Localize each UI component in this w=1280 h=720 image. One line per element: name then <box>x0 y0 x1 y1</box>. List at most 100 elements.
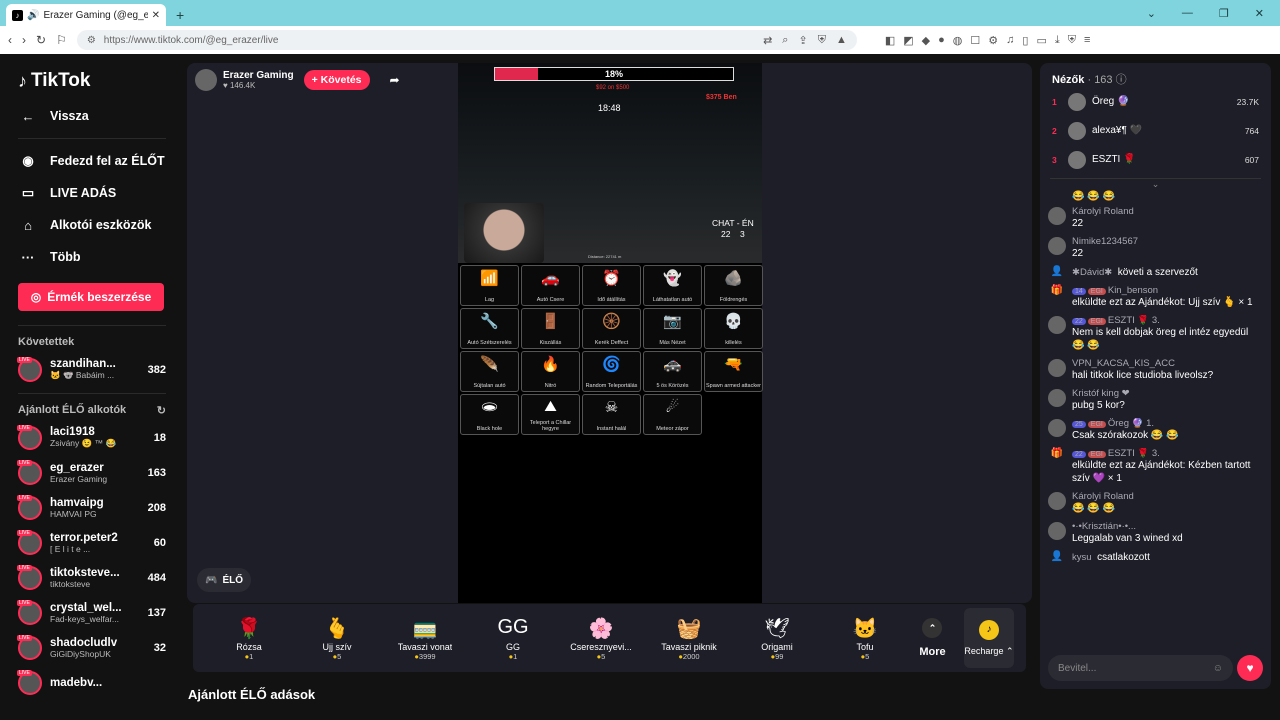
gift-item[interactable]: 🐱 Tofu ●5 <box>821 616 909 661</box>
more-gifts-button[interactable]: ⌃ More <box>909 618 956 658</box>
back-icon[interactable]: ‹ <box>8 33 12 47</box>
live-avatar-icon: ◉ <box>22 153 34 168</box>
refresh-icon[interactable]: ↻ <box>157 404 166 417</box>
top-viewer-row[interactable]: 1 Öreg 🔮 23.7K <box>1040 87 1271 116</box>
gift-action-cell: 👻 Láthatatlan autó <box>643 265 702 306</box>
gift-item[interactable]: GG GG ●1 <box>469 616 557 661</box>
triangle-icon[interactable]: ▲ <box>836 34 847 47</box>
chat-vs-me-score: CHAT - ÉN 22 3 <box>712 218 754 239</box>
emoji-icon[interactable]: ☺ <box>1213 663 1223 674</box>
divider <box>18 325 166 326</box>
avatar <box>1068 150 1086 169</box>
share-icon[interactable]: ➦ <box>390 73 400 87</box>
close-tab-icon[interactable]: ✕ <box>152 10 160 21</box>
bookmark-icon[interactable]: ⚐ <box>56 33 67 47</box>
nav-explore-live[interactable]: ◉ Fedezd fel az ÉLŐT <box>18 145 166 177</box>
recommended-creator[interactable]: LIVE crystal_wel... Fad-keys_welfar... 1… <box>17 595 166 630</box>
extension-icon[interactable]: ◧ <box>885 34 895 47</box>
following-item[interactable]: LIVE szandihan... 🐱 🐨 Babáim ... 382 <box>17 352 166 387</box>
top-viewer-row[interactable]: 3 ESZTI 🌹 607 <box>1040 145 1271 174</box>
skull-icon: 💀 <box>724 313 743 330</box>
recommended-creator[interactable]: LIVE madebv... <box>17 665 166 700</box>
chat-message: VPN_KACSA_KIS_ACC hali titkok lice studi… <box>1048 355 1263 385</box>
follow-button[interactable]: + Követés <box>303 70 370 90</box>
extension-icon[interactable]: ⚙ <box>988 34 998 47</box>
recommended-creator[interactable]: LIVE shadocludlv GiGiDiyShopUK 32 <box>17 630 166 665</box>
site-info-icon[interactable]: ⚙ <box>87 35 96 46</box>
download-icon[interactable]: ⤓ <box>1055 34 1060 47</box>
vpn-icon[interactable]: ⛨ <box>1068 34 1076 47</box>
gift-item[interactable]: 🌸 Cseresznyevi... ●5 <box>557 616 645 661</box>
gift-action-cell: 🪶 Sújtalan autó <box>460 351 519 392</box>
streamer-name[interactable]: Erazer Gaming <box>223 70 294 81</box>
avatar <box>1048 389 1066 407</box>
forward-icon[interactable]: › <box>22 33 26 47</box>
chat-message: 22 EGI ESZTI 🌹 3. Nem is kell dobjak öreg … <box>1048 312 1263 355</box>
avatar: LIVE <box>17 459 42 485</box>
recommended-creator[interactable]: LIVE eg_erazer Erazer Gaming 163 <box>17 455 166 490</box>
zoom-icon[interactable]: ⌕ <box>782 34 788 47</box>
info-icon[interactable]: ⓘ <box>1116 74 1127 86</box>
nav-live-studio[interactable]: ▭ LIVE ADÁS <box>18 177 166 209</box>
recommended-creator[interactable]: LIVE terror.peter2 [ E l i t e ... 60 <box>17 525 166 560</box>
extension-icon[interactable]: ● <box>938 34 945 47</box>
new-tab-button[interactable]: + <box>166 4 194 26</box>
like-heart-button[interactable]: ♥ <box>1237 655 1263 681</box>
chat-message: •·•Krisztián•·•... Leggalab van 3 wined … <box>1048 518 1263 548</box>
recommended-creator[interactable]: LIVE laci1918 Zsivány 😉 ™ 😂 18 <box>17 420 166 455</box>
extension-icon[interactable]: ◩ <box>903 34 913 47</box>
ghost-car-icon: 👻 <box>663 270 682 287</box>
streamer-avatar[interactable] <box>195 69 217 91</box>
avatar <box>1048 419 1066 437</box>
top-viewer-row[interactable]: 2 alexa¥¶ 🖤 764 <box>1040 116 1271 145</box>
extension-icon[interactable]: ◆ <box>922 34 930 47</box>
restore-icon[interactable]: ❐ <box>1219 7 1229 20</box>
gg-icon: GG <box>497 615 529 638</box>
extension-icon[interactable]: ◍ <box>953 34 963 47</box>
chat-messages: 😂 😂 😂 Károlyi Roland 22 Nimike1234567 22 👤… <box>1040 190 1271 567</box>
back-link[interactable]: ← Vissza <box>18 100 166 132</box>
gift-action-cell: 🔫 Spawn armed attacker <box>704 351 763 392</box>
gift-action-cell: 🌀 Random Teleportálás <box>582 351 641 392</box>
creator-tools-icon: ⌂ <box>24 217 32 233</box>
chat-message: Károlyi Roland 22 <box>1048 203 1263 233</box>
sidebar-icon[interactable]: ▯ <box>1022 34 1028 47</box>
chevron-down-icon[interactable]: ⌄ <box>1050 178 1261 190</box>
level-badge: 22 <box>1072 451 1086 458</box>
gift-item[interactable]: 🧺 Tavaszi piknik ●2000 <box>645 616 733 661</box>
facecam <box>464 203 544 263</box>
avatar: LIVE <box>17 669 42 695</box>
nav-creator-tools[interactable]: ⌂ Alkotói eszközök <box>18 209 166 241</box>
share-page-icon[interactable]: ⇪ <box>798 34 807 47</box>
reload-icon[interactable]: ↻ <box>36 33 46 47</box>
extension-icon[interactable]: ☐ <box>970 34 980 47</box>
chat-input[interactable]: Bevitel... ☺ <box>1048 655 1233 681</box>
buy-coins-button[interactable]: ◎ Érmék beszerzése <box>18 283 164 311</box>
nav-more[interactable]: ··· Több <box>18 241 166 273</box>
close-window-icon[interactable]: ✕ <box>1255 7 1264 20</box>
tab-title: Erazer Gaming (@eg_erazer) <box>43 9 148 21</box>
url-bar[interactable]: ⚙ https://www.tiktok.com/@eg_erazer/live… <box>76 30 857 50</box>
recharge-button[interactable]: ♪ Recharge ⌃ <box>963 608 1014 668</box>
tab-list-icon[interactable]: ⌄ <box>1147 7 1156 20</box>
recommended-creator[interactable]: LIVE hamvaipg HAMVAI PG 208 <box>17 490 166 525</box>
gift-item[interactable]: 🫰 Ujj szív ●5 <box>293 616 381 661</box>
wheel-icon: 🛞 <box>602 313 621 330</box>
music-icon[interactable]: ♫ <box>1006 34 1014 47</box>
recommended-creator[interactable]: LIVE tiktoksteve... tiktoksteve 484 <box>17 560 166 595</box>
extension-icons: ◧ ◩ ◆ ● ◍ ☐ ⚙ ♫ ▯ ▭ ⤓ ⛨ ≡ <box>867 34 1091 47</box>
gift-item[interactable]: 🕊 Origami ●99 <box>733 616 821 661</box>
gift-item[interactable]: 🚃 Tavaszi vonat ●3999 <box>381 616 469 661</box>
wallet-icon[interactable]: ▭ <box>1036 34 1046 47</box>
menu-icon[interactable]: ≡ <box>1084 34 1090 47</box>
video-player[interactable]: 18% $92 on $500 $375 Ben 18:48 CHAT - ÉN… <box>458 63 763 603</box>
browser-tab[interactable]: ♪ 🔊 Erazer Gaming (@eg_erazer) ✕ <box>6 4 166 26</box>
chevron-up-icon: ⌃ <box>922 618 943 638</box>
shield-icon[interactable]: ⛨ <box>818 34 826 47</box>
live-label-button[interactable]: 🎮 ÉLŐ <box>197 568 252 592</box>
gift-item[interactable]: 🌹 Rózsa ●1 <box>205 616 293 661</box>
minimize-icon[interactable]: — <box>1182 7 1193 19</box>
translate-icon[interactable]: ⇄ <box>763 34 772 47</box>
tiktok-logo[interactable]: ♪ TikTok <box>18 68 166 94</box>
nitro-icon: 🔥 <box>541 356 560 373</box>
